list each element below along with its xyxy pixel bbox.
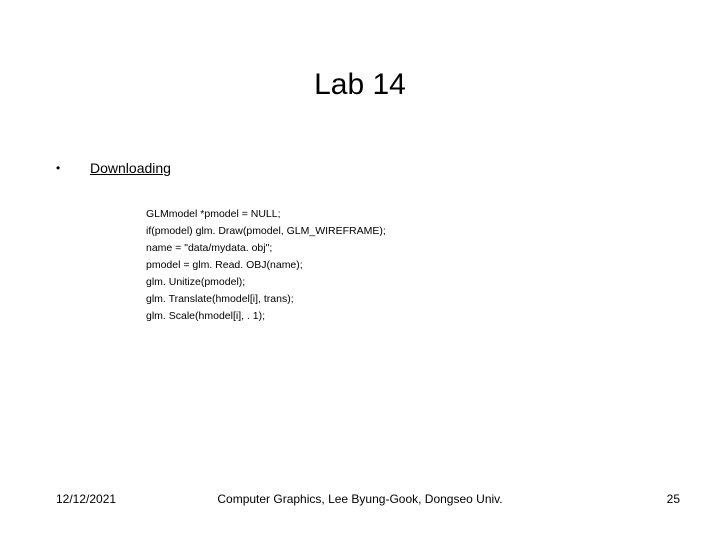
bullet-marker: • [56, 160, 90, 176]
slide: Lab 14 • Downloading GLMmodel *pmodel = … [0, 0, 720, 540]
slide-body: • Downloading GLMmodel *pmodel = NULL; i… [56, 160, 664, 325]
footer: 12/12/2021 25 [56, 492, 680, 506]
footer-page: 25 [667, 492, 680, 506]
code-line: pmodel = glm. Read. OBJ(name); [146, 259, 303, 271]
code-line: glm. Scale(hmodel[i], . 1); [146, 310, 265, 322]
bullet-row: • Downloading [56, 160, 664, 176]
code-block: GLMmodel *pmodel = NULL; if(pmodel) glm.… [146, 206, 664, 325]
bullet-label: Downloading [90, 160, 171, 176]
footer-date: 12/12/2021 [56, 492, 116, 506]
code-line: name = "data/mydata. obj"; [146, 242, 272, 254]
slide-title: Lab 14 [0, 68, 720, 102]
code-line: glm. Unitize(pmodel); [146, 276, 245, 288]
code-line: GLMmodel *pmodel = NULL; [146, 208, 281, 220]
code-line: glm. Translate(hmodel[i], trans); [146, 293, 294, 305]
code-line: if(pmodel) glm. Draw(pmodel, GLM_WIREFRA… [146, 225, 386, 237]
